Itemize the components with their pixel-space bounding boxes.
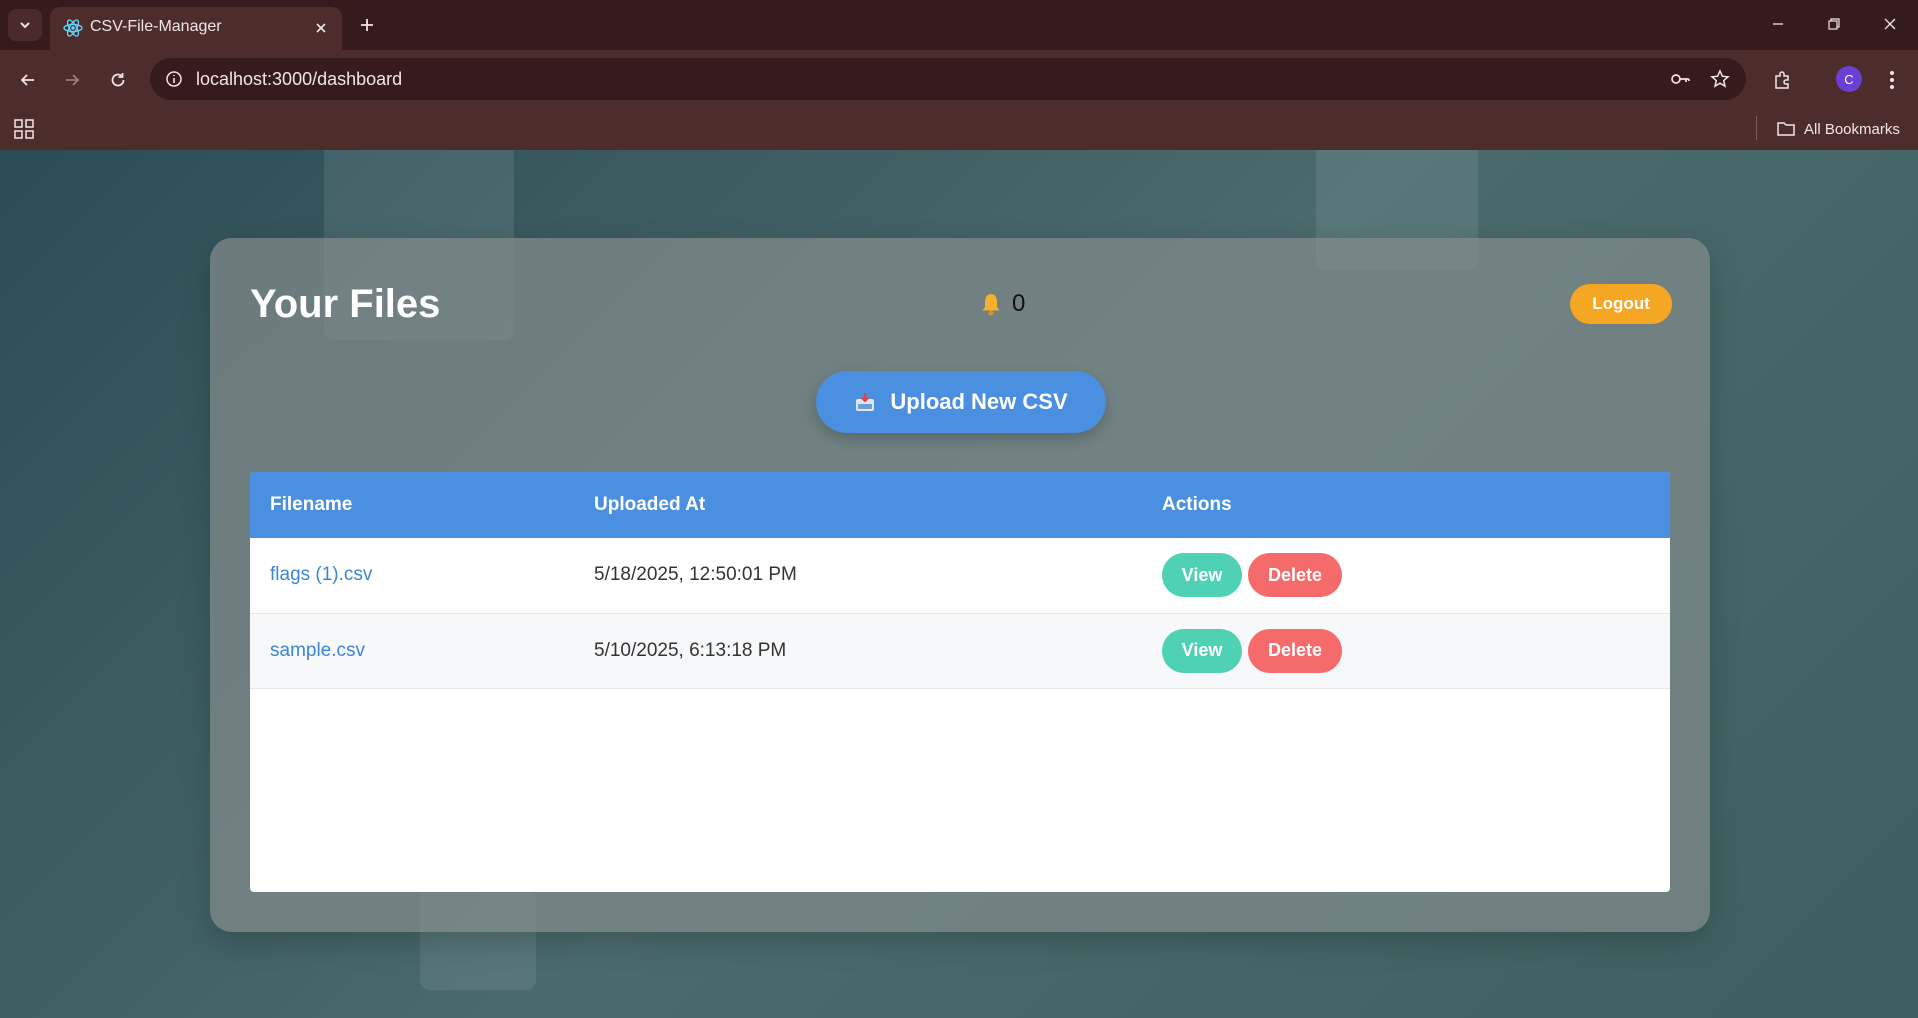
all-bookmarks-label: All Bookmarks [1804, 120, 1900, 138]
inbox-tray-icon [856, 393, 875, 411]
filename-link[interactable]: sample.csv [250, 613, 574, 688]
uploaded-at-cell: 5/18/2025, 12:50:01 PM [594, 564, 797, 586]
restore-button[interactable] [1814, 8, 1854, 40]
page-title: Your Files [250, 282, 441, 326]
chevron-down-icon [20, 22, 30, 29]
table-row: flags (1).csv 5/18/2025, 12:50:01 PM Vie… [250, 538, 1670, 613]
notification-indicator[interactable]: 0 [978, 290, 1025, 318]
upload-csv-label: Upload New CSV [890, 389, 1068, 414]
browser-tab-bar: CSV-File-Manager [0, 0, 1918, 50]
tab-search-button[interactable] [8, 9, 42, 41]
actions-cell: View Delete [1142, 538, 1670, 613]
files-card: Your Files 0 Logout Upload New CSV Filen… [210, 238, 1710, 932]
url-text: localhost:3000/dashboard [196, 69, 403, 89]
notification-count: 0 [1012, 290, 1026, 317]
bookmarks-bar: All Bookmarks [0, 108, 1918, 150]
view-button[interactable]: View [1162, 553, 1242, 598]
page-background: Your Files 0 Logout Upload New CSV Filen… [0, 150, 1918, 1018]
new-tab-button[interactable] [352, 10, 382, 40]
column-header-uploaded-at: Uploaded At [594, 494, 706, 515]
minimize-icon [1773, 23, 1783, 25]
view-button[interactable]: View [1162, 628, 1242, 673]
upload-csv-button[interactable]: Upload New CSV [816, 371, 1106, 433]
info-icon [166, 71, 182, 87]
filename-link[interactable]: flags (1).csv [250, 538, 574, 613]
all-bookmarks-button[interactable]: All Bookmarks [1776, 116, 1900, 142]
table-header-row: Filename Uploaded At Actions [250, 472, 1670, 538]
delete-button[interactable]: Delete [1248, 553, 1342, 598]
files-table-container: Filename Uploaded At Actions flags (1).c… [250, 472, 1670, 892]
password-key-button[interactable] [1666, 65, 1694, 93]
column-header-actions: Actions [1162, 494, 1232, 515]
table-row: sample.csv 5/10/2025, 6:13:18 PM View Del… [250, 613, 1670, 688]
reload-icon [111, 73, 125, 87]
key-icon [1671, 74, 1690, 84]
files-table: Filename Uploaded At Actions flags (1).c… [250, 472, 1670, 689]
react-icon [63, 19, 83, 37]
restore-icon [1828, 18, 1840, 30]
uploaded-at-cell: 5/10/2025, 6:13:18 PM [594, 639, 787, 661]
site-info-button[interactable] [160, 65, 188, 93]
menu-button[interactable] [1876, 64, 1908, 96]
close-icon [316, 23, 326, 33]
bookmarks-divider [1756, 116, 1757, 140]
close-window-button[interactable] [1870, 8, 1910, 40]
minimize-button[interactable] [1758, 8, 1798, 40]
browser-tab[interactable]: CSV-File-Manager [50, 7, 342, 50]
tab-title: CSV-File-Manager [90, 18, 222, 35]
bookmark-star-button[interactable] [1706, 65, 1734, 93]
actions-cell: View Delete [1142, 613, 1670, 688]
arrow-right-icon [66, 74, 80, 86]
tab-close-button[interactable] [308, 15, 334, 41]
close-icon [1884, 18, 1896, 30]
column-header-filename: Filename [270, 494, 353, 515]
browser-toolbar: localhost:3000/dashboard C [0, 50, 1918, 108]
address-bar[interactable]: localhost:3000/dashboard [150, 58, 1746, 100]
forward-button[interactable] [56, 64, 88, 96]
plus-icon [361, 19, 373, 31]
puzzle-icon [1775, 71, 1789, 89]
extensions-button[interactable] [1766, 64, 1798, 96]
reload-button[interactable] [102, 64, 134, 96]
more-vertical-icon [1890, 71, 1894, 89]
arrow-left-icon [20, 74, 34, 86]
star-icon [1710, 69, 1730, 88]
delete-button[interactable]: Delete [1248, 628, 1342, 673]
apps-grid-icon[interactable] [12, 117, 36, 141]
folder-icon [1777, 122, 1795, 136]
bell-icon [982, 294, 1000, 316]
profile-avatar[interactable]: C [1836, 66, 1862, 92]
logout-button[interactable]: Logout [1570, 284, 1672, 324]
back-button[interactable] [12, 64, 44, 96]
